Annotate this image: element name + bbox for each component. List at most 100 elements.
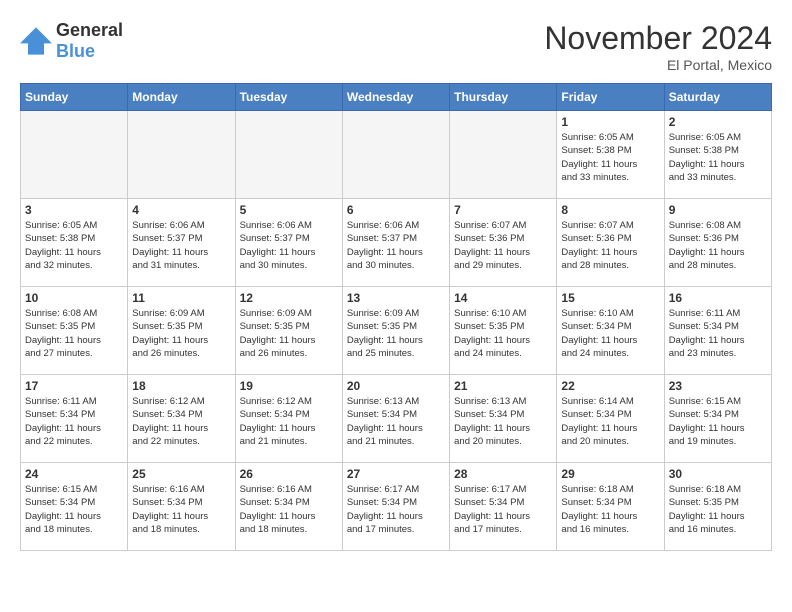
- day-number: 15: [561, 291, 659, 305]
- calendar-cell: 21 Sunrise: 6:13 AM Sunset: 5:34 PM Dayli…: [450, 375, 557, 463]
- calendar-cell: 16 Sunrise: 6:11 AM Sunset: 5:34 PM Dayli…: [664, 287, 771, 375]
- day-info: Sunrise: 6:08 AM Sunset: 5:36 PM Dayligh…: [669, 219, 767, 272]
- day-info: Sunrise: 6:12 AM Sunset: 5:34 PM Dayligh…: [132, 395, 230, 448]
- day-number: 22: [561, 379, 659, 393]
- day-number: 29: [561, 467, 659, 481]
- calendar-cell: 28 Sunrise: 6:17 AM Sunset: 5:34 PM Dayli…: [450, 463, 557, 551]
- day-info: Sunrise: 6:06 AM Sunset: 5:37 PM Dayligh…: [347, 219, 445, 272]
- calendar-week-row: 10 Sunrise: 6:08 AM Sunset: 5:35 PM Dayli…: [21, 287, 772, 375]
- day-info: Sunrise: 6:15 AM Sunset: 5:34 PM Dayligh…: [25, 483, 123, 536]
- day-number: 13: [347, 291, 445, 305]
- calendar-cell: 3 Sunrise: 6:05 AM Sunset: 5:38 PM Daylig…: [21, 199, 128, 287]
- weekday-header: Wednesday: [342, 84, 449, 111]
- calendar-cell: 17 Sunrise: 6:11 AM Sunset: 5:34 PM Dayli…: [21, 375, 128, 463]
- calendar-cell: 2 Sunrise: 6:05 AM Sunset: 5:38 PM Daylig…: [664, 111, 771, 199]
- day-number: 18: [132, 379, 230, 393]
- day-number: 12: [240, 291, 338, 305]
- calendar-cell: [235, 111, 342, 199]
- calendar-body: 1 Sunrise: 6:05 AM Sunset: 5:38 PM Daylig…: [21, 111, 772, 551]
- day-info: Sunrise: 6:14 AM Sunset: 5:34 PM Dayligh…: [561, 395, 659, 448]
- calendar-cell: 25 Sunrise: 6:16 AM Sunset: 5:34 PM Dayli…: [128, 463, 235, 551]
- day-number: 17: [25, 379, 123, 393]
- calendar-week-row: 24 Sunrise: 6:15 AM Sunset: 5:34 PM Dayli…: [21, 463, 772, 551]
- calendar-header: SundayMondayTuesdayWednesdayThursdayFrid…: [21, 84, 772, 111]
- day-number: 4: [132, 203, 230, 217]
- calendar-cell: 5 Sunrise: 6:06 AM Sunset: 5:37 PM Daylig…: [235, 199, 342, 287]
- day-info: Sunrise: 6:09 AM Sunset: 5:35 PM Dayligh…: [347, 307, 445, 360]
- calendar-cell: 24 Sunrise: 6:15 AM Sunset: 5:34 PM Dayli…: [21, 463, 128, 551]
- calendar-cell: 30 Sunrise: 6:18 AM Sunset: 5:35 PM Dayli…: [664, 463, 771, 551]
- day-info: Sunrise: 6:10 AM Sunset: 5:35 PM Dayligh…: [454, 307, 552, 360]
- day-number: 27: [347, 467, 445, 481]
- weekday-header: Saturday: [664, 84, 771, 111]
- day-number: 19: [240, 379, 338, 393]
- day-info: Sunrise: 6:07 AM Sunset: 5:36 PM Dayligh…: [561, 219, 659, 272]
- day-number: 1: [561, 115, 659, 129]
- day-number: 10: [25, 291, 123, 305]
- calendar-cell: [342, 111, 449, 199]
- calendar-cell: 14Sunrise: 6:10 AM Sunset: 5:35 PM Dayli…: [450, 287, 557, 375]
- day-number: 24: [25, 467, 123, 481]
- header-area: General Blue November 2024 El Portal, Me…: [20, 20, 772, 73]
- calendar-week-row: 3 Sunrise: 6:05 AM Sunset: 5:38 PM Daylig…: [21, 199, 772, 287]
- calendar-cell: 10 Sunrise: 6:08 AM Sunset: 5:35 PM Dayli…: [21, 287, 128, 375]
- calendar-cell: 8Sunrise: 6:07 AM Sunset: 5:36 PM Daylig…: [557, 199, 664, 287]
- calendar-week-row: 17 Sunrise: 6:11 AM Sunset: 5:34 PM Dayli…: [21, 375, 772, 463]
- day-info: Sunrise: 6:05 AM Sunset: 5:38 PM Dayligh…: [669, 131, 767, 184]
- day-number: 23: [669, 379, 767, 393]
- day-info: Sunrise: 6:09 AM Sunset: 5:35 PM Dayligh…: [240, 307, 338, 360]
- calendar-cell: [450, 111, 557, 199]
- logo-blue-text: Blue: [56, 41, 95, 61]
- day-info: Sunrise: 6:16 AM Sunset: 5:34 PM Dayligh…: [240, 483, 338, 536]
- calendar-cell: 15Sunrise: 6:10 AM Sunset: 5:34 PM Dayli…: [557, 287, 664, 375]
- calendar-cell: 13 Sunrise: 6:09 AM Sunset: 5:35 PM Dayli…: [342, 287, 449, 375]
- calendar-table: SundayMondayTuesdayWednesdayThursdayFrid…: [20, 83, 772, 551]
- day-info: Sunrise: 6:17 AM Sunset: 5:34 PM Dayligh…: [347, 483, 445, 536]
- day-info: Sunrise: 6:18 AM Sunset: 5:35 PM Dayligh…: [669, 483, 767, 536]
- day-number: 9: [669, 203, 767, 217]
- day-info: Sunrise: 6:06 AM Sunset: 5:37 PM Dayligh…: [132, 219, 230, 272]
- location-title: El Portal, Mexico: [544, 57, 772, 73]
- weekday-header: Sunday: [21, 84, 128, 111]
- day-number: 20: [347, 379, 445, 393]
- weekday-header: Monday: [128, 84, 235, 111]
- calendar-cell: 18 Sunrise: 6:12 AM Sunset: 5:34 PM Dayli…: [128, 375, 235, 463]
- calendar-cell: 20 Sunrise: 6:13 AM Sunset: 5:34 PM Dayli…: [342, 375, 449, 463]
- day-number: 3: [25, 203, 123, 217]
- day-number: 21: [454, 379, 552, 393]
- day-info: Sunrise: 6:06 AM Sunset: 5:37 PM Dayligh…: [240, 219, 338, 272]
- day-number: 28: [454, 467, 552, 481]
- logo-general-text: General: [56, 20, 123, 40]
- calendar-cell: 27 Sunrise: 6:17 AM Sunset: 5:34 PM Dayli…: [342, 463, 449, 551]
- calendar-cell: 19 Sunrise: 6:12 AM Sunset: 5:34 PM Dayli…: [235, 375, 342, 463]
- calendar-cell: 12 Sunrise: 6:09 AM Sunset: 5:35 PM Dayli…: [235, 287, 342, 375]
- weekday-header: Tuesday: [235, 84, 342, 111]
- day-info: Sunrise: 6:05 AM Sunset: 5:38 PM Dayligh…: [25, 219, 123, 272]
- day-info: Sunrise: 6:16 AM Sunset: 5:34 PM Dayligh…: [132, 483, 230, 536]
- logo-icon: [20, 27, 52, 55]
- day-info: Sunrise: 6:15 AM Sunset: 5:34 PM Dayligh…: [669, 395, 767, 448]
- day-number: 25: [132, 467, 230, 481]
- day-info: Sunrise: 6:05 AM Sunset: 5:38 PM Dayligh…: [561, 131, 659, 184]
- day-info: Sunrise: 6:12 AM Sunset: 5:34 PM Dayligh…: [240, 395, 338, 448]
- title-area: November 2024 El Portal, Mexico: [544, 20, 772, 73]
- day-number: 16: [669, 291, 767, 305]
- day-info: Sunrise: 6:13 AM Sunset: 5:34 PM Dayligh…: [347, 395, 445, 448]
- day-info: Sunrise: 6:11 AM Sunset: 5:34 PM Dayligh…: [669, 307, 767, 360]
- day-info: Sunrise: 6:17 AM Sunset: 5:34 PM Dayligh…: [454, 483, 552, 536]
- day-info: Sunrise: 6:11 AM Sunset: 5:34 PM Dayligh…: [25, 395, 123, 448]
- day-info: Sunrise: 6:18 AM Sunset: 5:34 PM Dayligh…: [561, 483, 659, 536]
- day-number: 5: [240, 203, 338, 217]
- calendar-cell: 23 Sunrise: 6:15 AM Sunset: 5:34 PM Dayli…: [664, 375, 771, 463]
- day-info: Sunrise: 6:08 AM Sunset: 5:35 PM Dayligh…: [25, 307, 123, 360]
- calendar-cell: 22 Sunrise: 6:14 AM Sunset: 5:34 PM Dayli…: [557, 375, 664, 463]
- day-number: 2: [669, 115, 767, 129]
- calendar-cell: 29 Sunrise: 6:18 AM Sunset: 5:34 PM Dayli…: [557, 463, 664, 551]
- day-info: Sunrise: 6:13 AM Sunset: 5:34 PM Dayligh…: [454, 395, 552, 448]
- month-title: November 2024: [544, 20, 772, 57]
- calendar-cell: 11Sunrise: 6:09 AM Sunset: 5:35 PM Dayli…: [128, 287, 235, 375]
- day-number: 30: [669, 467, 767, 481]
- calendar-cell: [128, 111, 235, 199]
- weekday-header: Thursday: [450, 84, 557, 111]
- calendar-cell: 6Sunrise: 6:06 AM Sunset: 5:37 PM Daylig…: [342, 199, 449, 287]
